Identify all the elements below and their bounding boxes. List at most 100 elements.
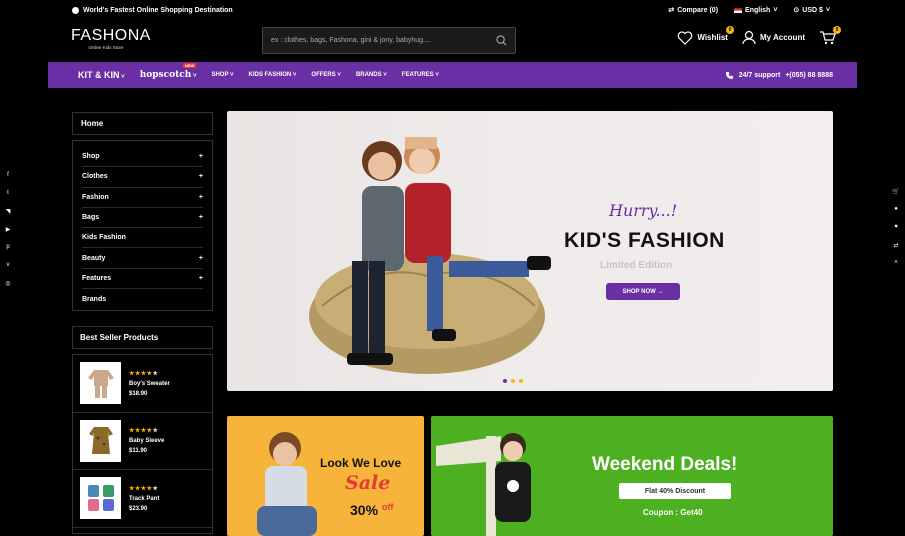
product-image[interactable] (80, 477, 121, 520)
user-icon[interactable]: ● (887, 200, 905, 218)
category-item-fashion[interactable]: Fashion + (82, 188, 203, 208)
wishlist-count-badge: 0 (725, 25, 734, 34)
hero-slider[interactable]: Hurry...! KID'S FASHION Limited Edition … (227, 111, 833, 391)
category-item-beauty[interactable]: Beauty + (82, 248, 203, 269)
logo[interactable]: FASHONA Online Kids Store (71, 27, 151, 57)
user-icon (742, 30, 756, 45)
chevron-down-icon: ˅ (435, 72, 439, 78)
chevron-down-icon: ˅ (773, 6, 778, 14)
sale-banner[interactable]: Look We Love Sale 30% off (227, 416, 424, 536)
product-card[interactable]: ★★★★★ Track Pant $23.90 (73, 470, 212, 528)
best-seller-list: ★★★★★ Boy's Sweater $18.90 ★★★★★ Baby Sl… (72, 354, 213, 534)
plus-icon[interactable]: + (199, 173, 203, 180)
phone-icon (725, 71, 733, 79)
vimeo-icon[interactable]: v (0, 256, 16, 274)
support-info[interactable]: 24/7 support +(055) 88 8888 (725, 71, 833, 80)
category-item-clothes[interactable]: Clothes + (82, 167, 203, 188)
quick-action-sidebar: 🛒 ● ♥ ⇄ ˄ (887, 182, 905, 272)
category-item-brands[interactable]: Brands (82, 289, 203, 309)
dollar-icon: ⊙ (793, 7, 800, 14)
logo-text: FASHONA (71, 27, 151, 44)
rating-stars: ★★★★★ (129, 428, 159, 435)
scroll-top-icon[interactable]: ˄ (887, 254, 905, 272)
account-link[interactable]: My Account (742, 30, 805, 45)
product-card[interactable]: ★★★★★ Boy's Sweater $18.90 (73, 355, 212, 413)
chevron-down-icon: ˅ (383, 72, 387, 78)
chevron-down-icon: ˅ (192, 73, 197, 79)
chevron-down-icon: ˅ (292, 72, 297, 78)
product-name[interactable]: Baby Sleeve (129, 438, 164, 444)
youtube-icon[interactable]: ▶ (0, 220, 16, 238)
product-image[interactable] (80, 419, 121, 462)
flag-icon (734, 7, 743, 13)
nav-features[interactable]: FEATURES ˅ (402, 72, 439, 78)
compare-link[interactable]: ⇄ Compare (0) (668, 6, 718, 15)
tagline: World's Fastest Online Shopping Destinat… (83, 6, 233, 14)
compare-icon[interactable]: ⇄ (887, 236, 905, 254)
facebook-icon[interactable]: f (0, 166, 16, 184)
search-icon[interactable] (496, 35, 507, 46)
product-name[interactable]: Boy's Sweater (129, 381, 170, 387)
product-price: $11.90 (129, 448, 148, 455)
wishlist-link[interactable]: Wishlist 0 (677, 25, 734, 45)
plus-icon[interactable]: + (199, 153, 203, 160)
category-item-features[interactable]: Features + (82, 269, 203, 290)
social-sidebar: f t ◥ ▶ p v ◎ (0, 166, 16, 292)
logo-subtitle: Online Kids Store (88, 45, 124, 50)
cart-link[interactable]: 0 (819, 26, 841, 45)
banner-girl-image (436, 433, 531, 536)
plus-icon[interactable]: + (199, 194, 203, 201)
best-seller-heading: Best Seller Products (72, 326, 213, 349)
plus-icon[interactable]: + (199, 214, 203, 221)
slider-dot[interactable] (503, 379, 507, 383)
weekend-deals-banner[interactable]: Weekend Deals! Flat 40% Discount Coupon … (431, 416, 833, 536)
search-input[interactable]: ex : clothes, bags, Fashona, gini & jony… (262, 27, 516, 54)
hero-subtitle: Limited Edition (600, 260, 673, 271)
heart-icon[interactable]: ♥ (887, 218, 905, 236)
plus-icon[interactable]: + (199, 275, 203, 282)
nav-brand-kitkin[interactable]: KIT & KIN ˅ (78, 70, 125, 80)
chevron-down-icon: ˅ (230, 72, 234, 78)
product-name[interactable]: Track Pant (129, 496, 159, 502)
top-bar: World's Fastest Online Shopping Destinat… (48, 0, 856, 20)
product-price: $18.90 (129, 390, 148, 397)
info-icon (72, 6, 79, 14)
coupon-code: Coupon : Get40 (643, 508, 703, 517)
banner-boy-image (257, 432, 317, 536)
chevron-down-icon: ˅ (337, 72, 341, 78)
rating-stars: ★★★★★ (129, 485, 159, 492)
compare-icon: ⇄ (668, 7, 675, 14)
slider-dots (503, 379, 523, 383)
nav-offers[interactable]: OFFERS ˅ (311, 72, 341, 78)
header: FASHONA Online Kids Store ex : clothes, … (48, 20, 856, 62)
cart-icon[interactable]: 🛒 (887, 182, 905, 200)
sidebar-home[interactable]: Home (72, 112, 213, 135)
nav-brand-hopscotch[interactable]: hopscotch NEW ˅ (140, 63, 197, 80)
discount-label: Flat 40% Discount (619, 483, 731, 499)
product-card[interactable]: ★★★★★ Baby Sleeve $11.90 (73, 413, 212, 470)
sale-banner-sale: Sale (345, 472, 391, 494)
heart-icon (678, 30, 693, 45)
currency-select[interactable]: ⊙ USD $ ˅ (793, 6, 830, 15)
shop-now-button[interactable]: SHOP NOW → (606, 283, 680, 300)
twitter-icon[interactable]: t (0, 184, 16, 202)
sale-banner-heading: Look We Love (320, 456, 402, 470)
instagram-icon[interactable]: ◎ (0, 274, 16, 292)
language-select[interactable]: English ˅ (734, 7, 777, 14)
category-item-bags[interactable]: Bags + (82, 208, 203, 229)
nav-brands[interactable]: BRANDS ˅ (356, 72, 387, 78)
slider-dot[interactable] (511, 379, 515, 383)
category-item-shop[interactable]: Shop + (82, 147, 203, 168)
plus-icon[interactable]: + (199, 255, 203, 262)
nav-kids-fashion[interactable]: KIDS FASHION ˅ (249, 72, 297, 78)
rating-stars: ★★★★★ (129, 370, 159, 377)
pinterest-icon[interactable]: p (0, 238, 16, 256)
category-item-kids-fashion[interactable]: Kids Fashion (82, 228, 203, 249)
hero-image-kids (309, 137, 551, 374)
rss-icon[interactable]: ◥ (0, 202, 16, 220)
slider-dot[interactable] (519, 379, 523, 383)
sale-banner-percent: 30% off (350, 502, 394, 518)
product-price: $23.90 (129, 505, 148, 512)
nav-shop[interactable]: SHOP ˅ (211, 72, 233, 78)
product-image[interactable] (80, 362, 121, 405)
